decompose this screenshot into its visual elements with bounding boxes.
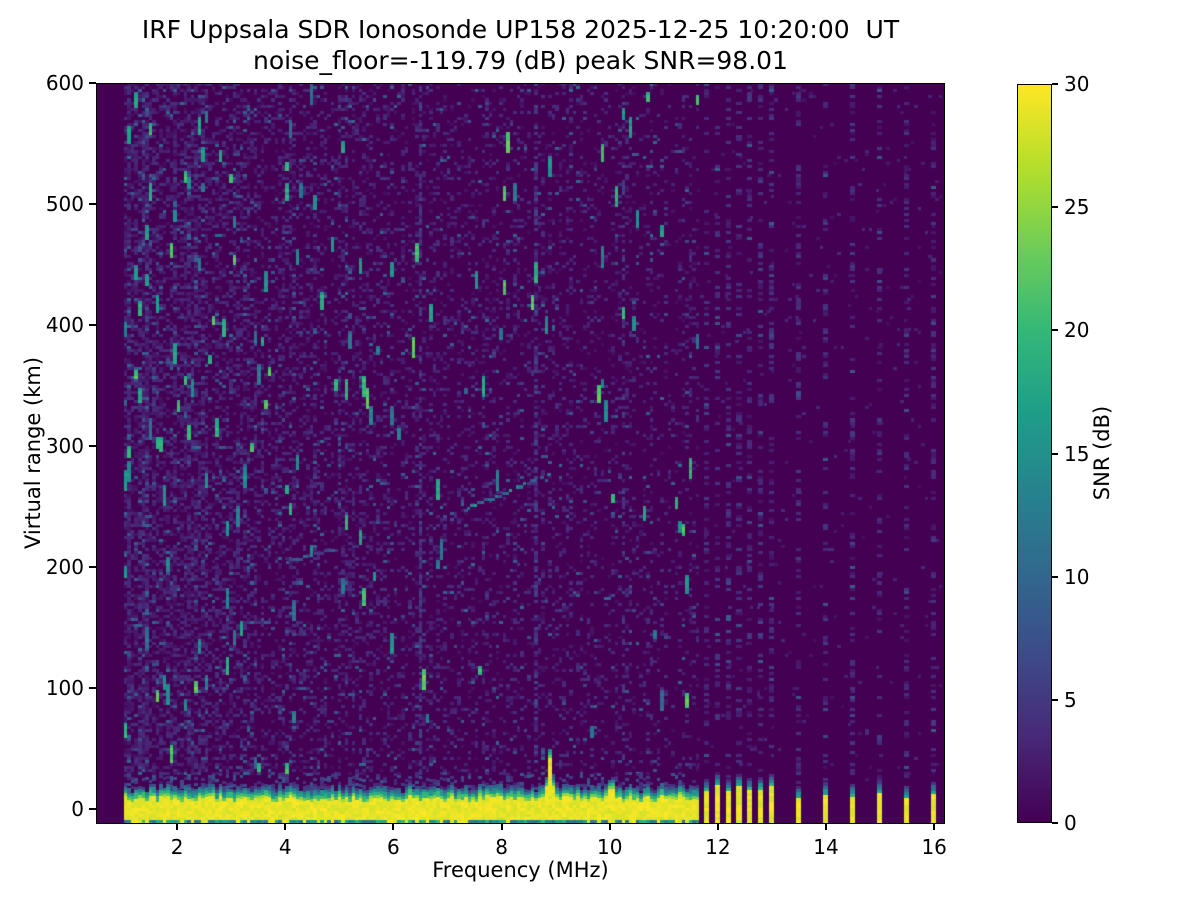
y-tick-label: 500 xyxy=(45,192,84,217)
colorbar-tick-mark xyxy=(1052,329,1058,332)
x-tick-mark xyxy=(825,824,828,830)
colorbar-tick-label: 10 xyxy=(1064,564,1090,589)
colorbar-tick-mark xyxy=(1052,698,1058,701)
x-tick-label: 10 xyxy=(596,835,623,859)
x-tick-label: 2 xyxy=(170,835,184,859)
colorbar-tick-label: 25 xyxy=(1064,195,1090,220)
y-tick-mark xyxy=(89,203,96,206)
colorbar-tick-label: 15 xyxy=(1064,441,1090,466)
colorbar-tick-mark xyxy=(1052,575,1058,578)
x-tick-label: 4 xyxy=(278,835,292,859)
x-tick-mark xyxy=(608,824,611,830)
y-tick-mark xyxy=(89,324,96,327)
x-tick-mark xyxy=(176,824,179,830)
colorbar-gradient xyxy=(1018,85,1051,822)
colorbar-tick-mark xyxy=(1052,822,1058,824)
x-axis-label: Frequency (MHz) xyxy=(432,858,609,882)
colorbar-tick-mark xyxy=(1052,83,1058,85)
y-tick-mark xyxy=(89,566,96,569)
colorbar-tick-mark xyxy=(1052,452,1058,455)
x-tick-mark xyxy=(716,824,719,830)
ionogram-figure: IRF Uppsala SDR Ionosonde UP158 2025-12-… xyxy=(0,0,1200,900)
x-tick-label: 16 xyxy=(921,835,947,859)
x-tick-label: 6 xyxy=(387,835,400,859)
colorbar-label: SNR (dB) xyxy=(1090,405,1114,501)
y-tick-label: 300 xyxy=(45,434,84,459)
chart-title-line2: noise_floor=-119.79 (dB) peak SNR=98.01 xyxy=(253,46,788,75)
x-tick-label: 14 xyxy=(813,835,839,859)
x-tick-mark xyxy=(284,824,287,830)
x-tick-mark xyxy=(392,824,395,830)
y-tick-label: 400 xyxy=(45,313,84,338)
colorbar-tick-label: 5 xyxy=(1064,687,1077,712)
y-tick-label: 200 xyxy=(45,555,84,580)
x-tick-label: 12 xyxy=(705,835,731,859)
y-tick-label: 100 xyxy=(45,676,84,701)
colorbar-tick-label: 0 xyxy=(1064,811,1077,835)
colorbar-tick-label: 20 xyxy=(1064,318,1090,343)
x-tick-mark xyxy=(933,824,936,830)
y-tick-mark xyxy=(89,445,96,448)
spectrogram-image xyxy=(97,84,944,823)
y-tick-mark xyxy=(89,808,96,811)
chart-title-line1: IRF Uppsala SDR Ionosonde UP158 2025-12-… xyxy=(141,15,900,44)
y-tick-mark xyxy=(89,687,96,690)
x-tick-mark xyxy=(500,824,503,830)
plot-area xyxy=(96,83,945,824)
y-tick-mark xyxy=(89,82,96,84)
y-tick-label: 0 xyxy=(71,797,84,822)
colorbar-tick-mark xyxy=(1052,206,1058,209)
colorbar xyxy=(1017,84,1052,823)
x-tick-label: 8 xyxy=(495,835,508,859)
y-tick-label: 600 xyxy=(45,71,84,95)
colorbar-tick-label: 30 xyxy=(1064,72,1090,96)
